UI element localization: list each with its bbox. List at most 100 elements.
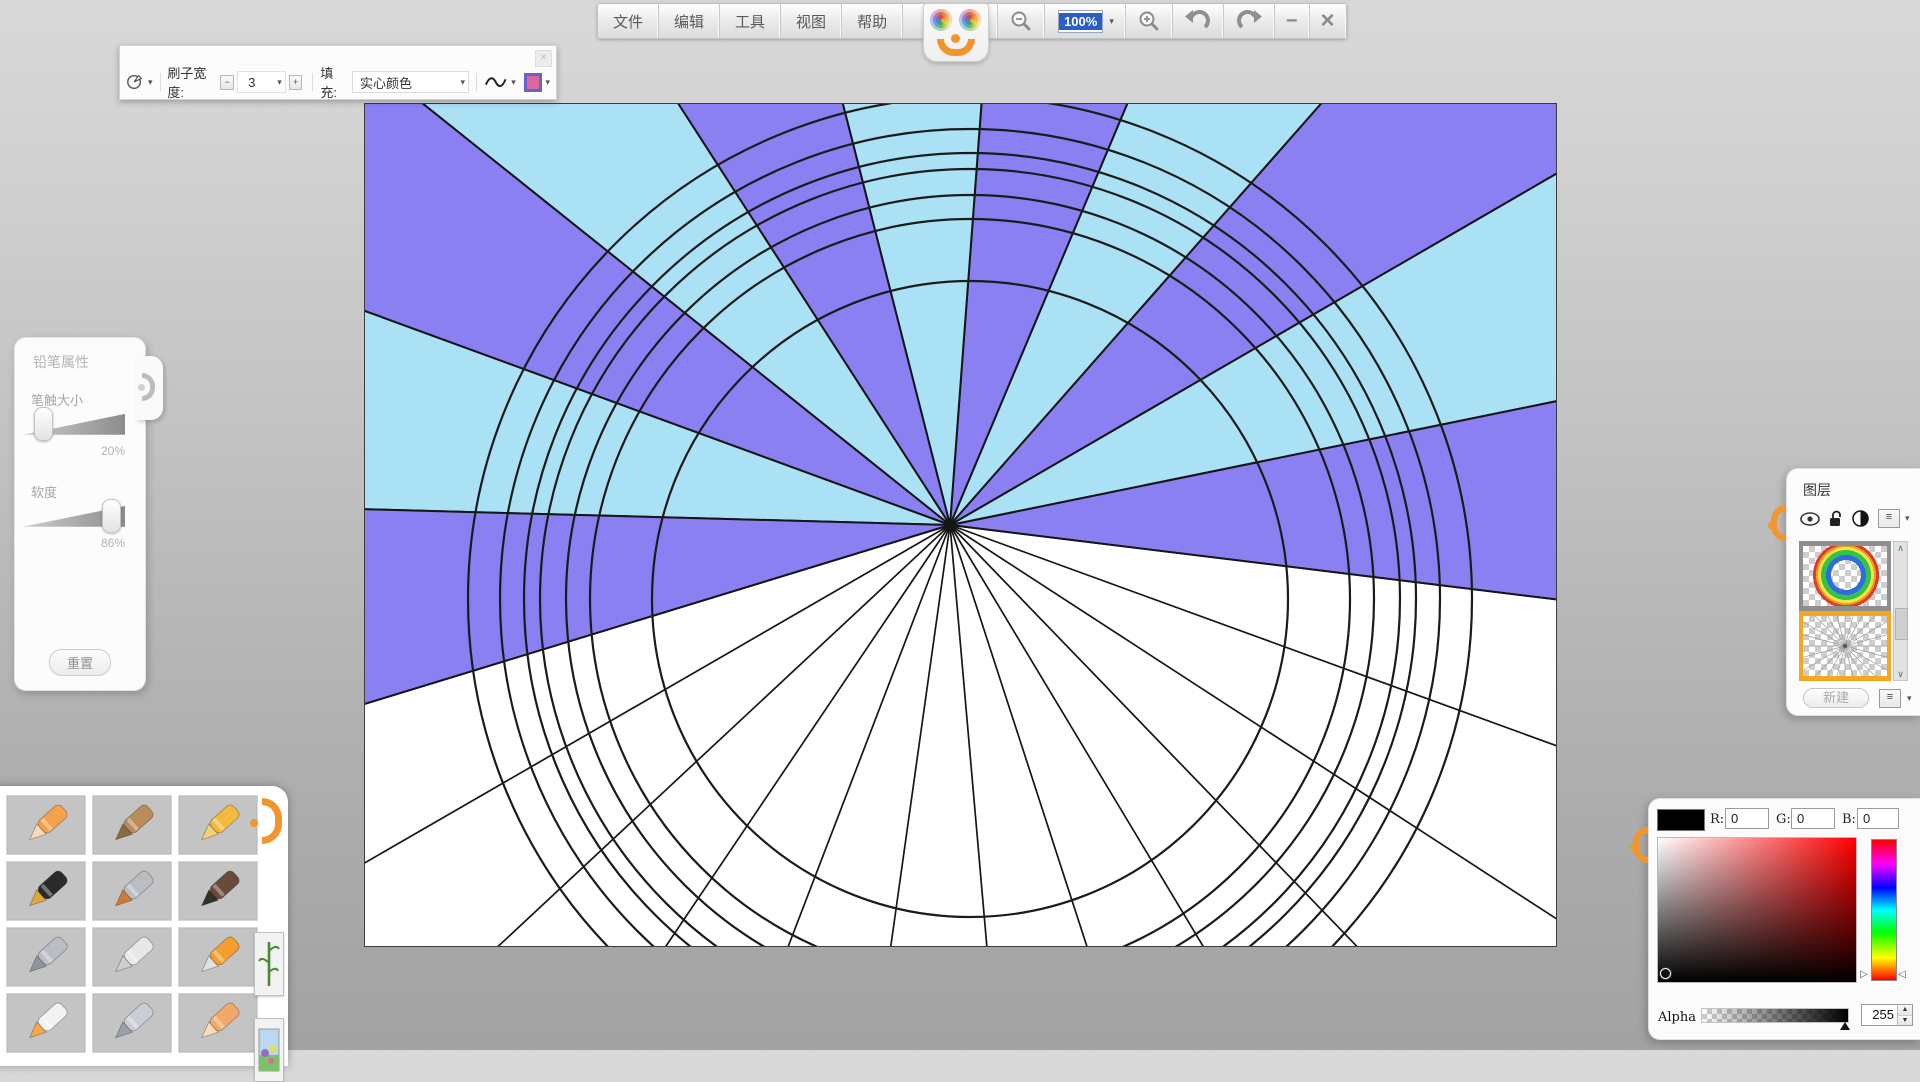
tool-leaf-brush[interactable] [92,993,172,1053]
rainbow-circle-art [1813,546,1879,606]
reset-button[interactable]: 重置 [49,649,111,676]
brush-shape-icon[interactable] [126,72,144,92]
brush-width-value: 3 [238,75,255,90]
layer-thumbnail [1803,616,1887,676]
tool-pencil[interactable] [6,795,86,855]
fountain-pen-icon [20,865,72,917]
panel-drag-handle[interactable] [136,356,163,420]
current-color-swatch [1657,809,1705,831]
divider [160,73,161,91]
alpha-spinbox[interactable]: 255 ▲ ▼ [1861,1004,1913,1026]
visibility-eye-icon[interactable] [1800,512,1820,526]
scroll-down-icon[interactable]: ∨ [1894,668,1907,680]
handle-dot-icon [250,819,258,827]
layer-options-button[interactable]: ≡ [1879,689,1901,708]
stroke-size-slider[interactable] [23,412,125,436]
mascot-rainbow-eye-left-icon [930,9,952,31]
picture-stamp-button[interactable] [254,1018,284,1082]
layer-item-radial-lines[interactable] [1799,611,1891,681]
softness-slider-thumb[interactable] [102,499,121,533]
scroll-up-icon[interactable]: ∧ [1894,542,1907,554]
tool-crayon[interactable] [178,795,258,855]
red-input[interactable]: 0 [1725,808,1769,829]
red-label: R: [1710,812,1724,827]
drawing-canvas[interactable] [364,103,1557,947]
picture-thumbnail-icon [258,1025,280,1075]
stroke-style-icon[interactable] [484,73,507,91]
layer-list [1799,541,1891,681]
layers-bottom-menu: ≡ ▾ [1879,689,1912,708]
tool-airbrush[interactable] [6,927,86,987]
undo-button[interactable] [1173,4,1224,38]
menu-edit[interactable]: 编辑 [659,4,720,38]
hue-strip[interactable] [1871,839,1897,981]
tool-paint-knife[interactable] [92,927,172,987]
minimize-button[interactable]: − [1275,4,1310,38]
mascot-rainbow-eye-right-icon [959,9,981,31]
palette-drag-handle[interactable] [262,798,282,844]
bamboo-stamp-button[interactable] [254,932,284,996]
menu-tools[interactable]: 工具 [720,4,781,38]
chevron-down-icon[interactable]: ▾ [511,77,516,88]
zoom-level-select[interactable]: 100% ▾ [1045,4,1126,38]
menu-view[interactable]: 视图 [781,4,842,38]
close-button[interactable]: × [1310,4,1346,38]
zoom-in-button[interactable] [1126,4,1173,38]
chevron-down-icon: ▾ [461,77,466,88]
hue-marker-right-icon[interactable]: ◁ [1898,969,1906,980]
width-decrement-button[interactable]: − [220,75,234,90]
sv-selection-marker[interactable] [1660,968,1671,979]
pencil-properties-panel: 铅笔属性 笔触大小 20% 软度 86% 重置 [14,337,146,691]
saturation-value-field[interactable] [1657,837,1857,983]
softness-slider[interactable] [23,504,125,528]
menu-file[interactable]: 文件 [598,4,659,38]
tool-ink-brush[interactable] [178,861,258,921]
stroke-size-slider-thumb[interactable] [34,407,53,441]
layer-item-rainbow-circle[interactable] [1799,541,1891,611]
stroke-size-label: 笔触大小 [31,390,83,409]
stroke-color-swatch[interactable] [524,73,542,92]
lock-open-icon[interactable] [1829,510,1843,527]
spin-down-icon[interactable]: ▼ [1898,1016,1912,1026]
tool-flat-brush[interactable] [92,861,172,921]
tool-fountain-pen[interactable] [6,861,86,921]
tool-wooden-pencil[interactable] [92,795,172,855]
chevron-down-icon[interactable]: ▾ [148,77,153,88]
redo-button[interactable] [1224,4,1275,38]
fill-select-value: 实心颜色 [353,73,412,92]
tool-palette [0,786,288,1066]
green-label: G: [1776,812,1791,827]
fill-select[interactable]: 实心颜色 ▾ [352,71,469,93]
clown-mascot[interactable] [923,3,989,62]
layers-drag-handle[interactable] [1771,505,1786,541]
zoom-out-button[interactable] [998,4,1045,38]
alpha-slider-marker[interactable] [1840,1022,1850,1030]
scrollbar-thumb[interactable] [1895,608,1908,640]
tool-eraser[interactable] [178,993,258,1053]
palette-side-strip [252,786,288,1066]
picker-drag-handle[interactable] [1633,827,1648,863]
spin-up-icon[interactable]: ▲ [1898,1005,1912,1016]
new-layer-button[interactable]: 新建 [1803,688,1869,708]
layers-scrollbar[interactable]: ∧ ∨ [1893,541,1908,681]
alpha-value: 255 [1862,1005,1897,1025]
opacity-contrast-icon[interactable] [1852,510,1869,527]
chevron-down-icon[interactable]: ▾ [1907,693,1912,704]
chevron-down-icon: ▾ [277,77,282,88]
alpha-slider[interactable] [1701,1008,1849,1023]
tool-paint-roller[interactable] [178,927,258,987]
green-input[interactable]: 0 [1791,808,1835,829]
brush-width-value-box[interactable]: 3 ▾ [237,71,286,93]
width-increment-button[interactable]: + [289,75,303,90]
tool-glue-jar[interactable] [6,993,86,1053]
chevron-down-icon[interactable]: ▾ [546,77,551,88]
blue-input[interactable]: 0 [1857,808,1899,829]
menu-help[interactable]: 帮助 [842,4,903,38]
undo-icon [1184,9,1212,33]
hue-marker-left-icon[interactable]: ▷ [1860,969,1868,980]
chevron-down-icon[interactable]: ▾ [1905,513,1910,524]
flat-brush-icon [106,865,158,917]
layers-menu-button[interactable]: ≡ [1878,509,1900,528]
stroke-size-value: 20% [101,444,125,458]
brushbar-close-button[interactable]: × [535,50,552,67]
